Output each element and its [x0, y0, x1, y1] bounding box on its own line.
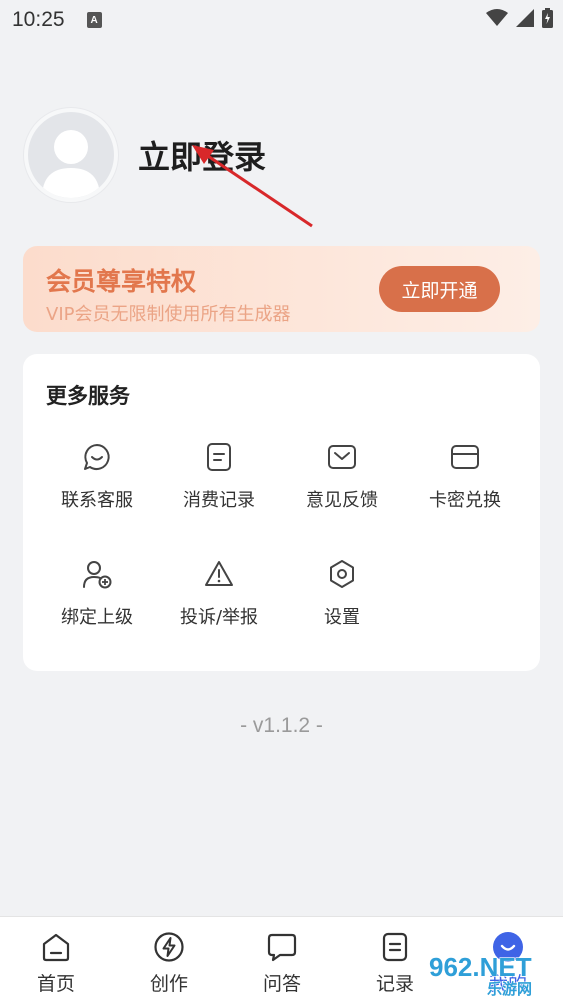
- record-icon: [382, 932, 408, 962]
- tab-label: 记录: [375, 973, 414, 995]
- service-label: 设置: [324, 607, 360, 628]
- service-label: 意见反馈: [306, 490, 378, 511]
- services-title: 更多服务: [46, 384, 130, 408]
- vip-banner[interactable]: 会员尊享特权 VIP会员无限制使用所有生成器 立即开通: [23, 246, 540, 332]
- service-label: 卡密兑换: [429, 490, 501, 511]
- service-card-redeem[interactable]: 卡密兑换: [404, 442, 526, 542]
- tab-qa[interactable]: 问答: [242, 931, 322, 996]
- service-label: 消费记录: [183, 490, 255, 511]
- wifi-icon: [486, 9, 508, 26]
- more-services-card: 更多服务 联系客服 消费记录 意见反馈 卡密兑换 绑定上级 投诉/举报 设置: [23, 354, 540, 671]
- service-feedback[interactable]: 意见反馈: [281, 442, 403, 542]
- home-icon: [42, 933, 70, 962]
- service-purchase-history[interactable]: 消费记录: [158, 442, 280, 542]
- service-settings[interactable]: 设置: [281, 559, 403, 659]
- warning-icon: [205, 561, 233, 586]
- mail-icon: [328, 445, 356, 469]
- vip-subtitle: VIP会员无限制使用所有生成器: [46, 304, 291, 325]
- vip-title: 会员尊享特权: [46, 267, 197, 296]
- chat-smile-icon: [84, 444, 110, 470]
- tab-label: 问答: [262, 973, 301, 995]
- user-add-icon: [83, 561, 112, 589]
- card-icon: [451, 445, 479, 469]
- tab-label: 创作: [149, 973, 188, 995]
- settings-icon: [330, 560, 354, 588]
- service-label: 绑定上级: [61, 607, 133, 628]
- annotation-arrow-icon: [192, 145, 313, 228]
- status-time: 10:25: [12, 8, 65, 31]
- signal-icon: [516, 9, 534, 27]
- service-bind-referrer[interactable]: 绑定上级: [36, 559, 158, 659]
- svg-text:乐游网: 乐游网: [487, 980, 532, 998]
- status-bar: 10:25 A: [0, 0, 563, 40]
- battery-icon: [542, 8, 553, 28]
- tab-records[interactable]: 记录: [355, 931, 435, 996]
- avatar[interactable]: [24, 108, 118, 202]
- app-version: - v1.1.2 -: [240, 714, 323, 737]
- service-label: 投诉/举报: [179, 607, 259, 628]
- notification-badge: A: [86, 12, 102, 28]
- default-avatar-icon: [42, 130, 100, 198]
- activate-vip-button[interactable]: 立即开通: [379, 266, 500, 312]
- service-contact-support[interactable]: 联系客服: [36, 442, 158, 542]
- service-report[interactable]: 投诉/举报: [158, 559, 280, 659]
- tab-create[interactable]: 创作: [129, 931, 209, 996]
- tab-home[interactable]: 首页: [16, 931, 96, 996]
- lightning-icon: [154, 932, 184, 962]
- svg-text:962.NET: 962.NET: [429, 952, 532, 982]
- watermark-logo: 962.NET 乐游网: [428, 951, 532, 998]
- chat-bubble-icon: [267, 933, 297, 962]
- service-label: 联系客服: [61, 490, 133, 511]
- document-icon: [207, 443, 231, 471]
- bottom-nav: 首页 创作 问答 记录 我的 962.NET 乐游网: [0, 916, 563, 1002]
- tab-label: 首页: [36, 973, 75, 995]
